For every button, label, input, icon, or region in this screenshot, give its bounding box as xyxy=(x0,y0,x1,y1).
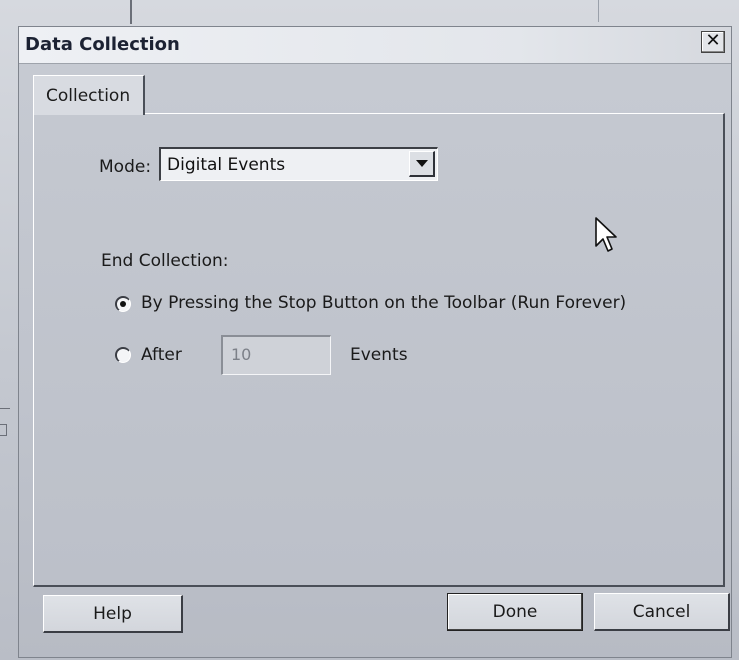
run-forever-radio[interactable] xyxy=(115,296,131,312)
done-button[interactable]: Done xyxy=(447,593,583,631)
data-collection-dialog: Data Collection ✕ Collection Mode: Digit… xyxy=(18,26,732,658)
screen: Data Collection ✕ Collection Mode: Digit… xyxy=(0,0,739,660)
help-button[interactable]: Help xyxy=(43,595,183,633)
dialog-title: Data Collection xyxy=(25,34,180,55)
mode-label: Mode: xyxy=(99,157,152,177)
run-forever-label[interactable]: By Pressing the Stop Button on the Toolb… xyxy=(141,293,626,313)
event-count-value: 10 xyxy=(231,345,252,364)
after-events-radio[interactable] xyxy=(115,347,131,363)
event-count-input[interactable]: 10 xyxy=(221,335,331,375)
close-icon[interactable]: ✕ xyxy=(701,31,725,53)
tab-collection[interactable]: Collection xyxy=(33,75,145,115)
mode-dropdown[interactable]: Digital Events xyxy=(159,147,438,181)
mode-selected-value: Digital Events xyxy=(167,155,286,175)
cancel-button[interactable]: Cancel xyxy=(594,593,730,631)
background-window-edge xyxy=(130,0,132,24)
after-label[interactable]: After xyxy=(141,345,182,365)
tab-label: Collection xyxy=(46,86,131,106)
background-widget xyxy=(0,424,7,436)
background-window-edge xyxy=(598,0,599,22)
events-unit-label: Events xyxy=(350,345,408,365)
chevron-down-icon[interactable] xyxy=(409,151,435,177)
mouse-pointer-icon xyxy=(595,217,617,252)
title-bar[interactable]: Data Collection ✕ xyxy=(19,27,731,64)
end-collection-label: End Collection: xyxy=(101,251,229,271)
background-divider xyxy=(0,408,10,409)
